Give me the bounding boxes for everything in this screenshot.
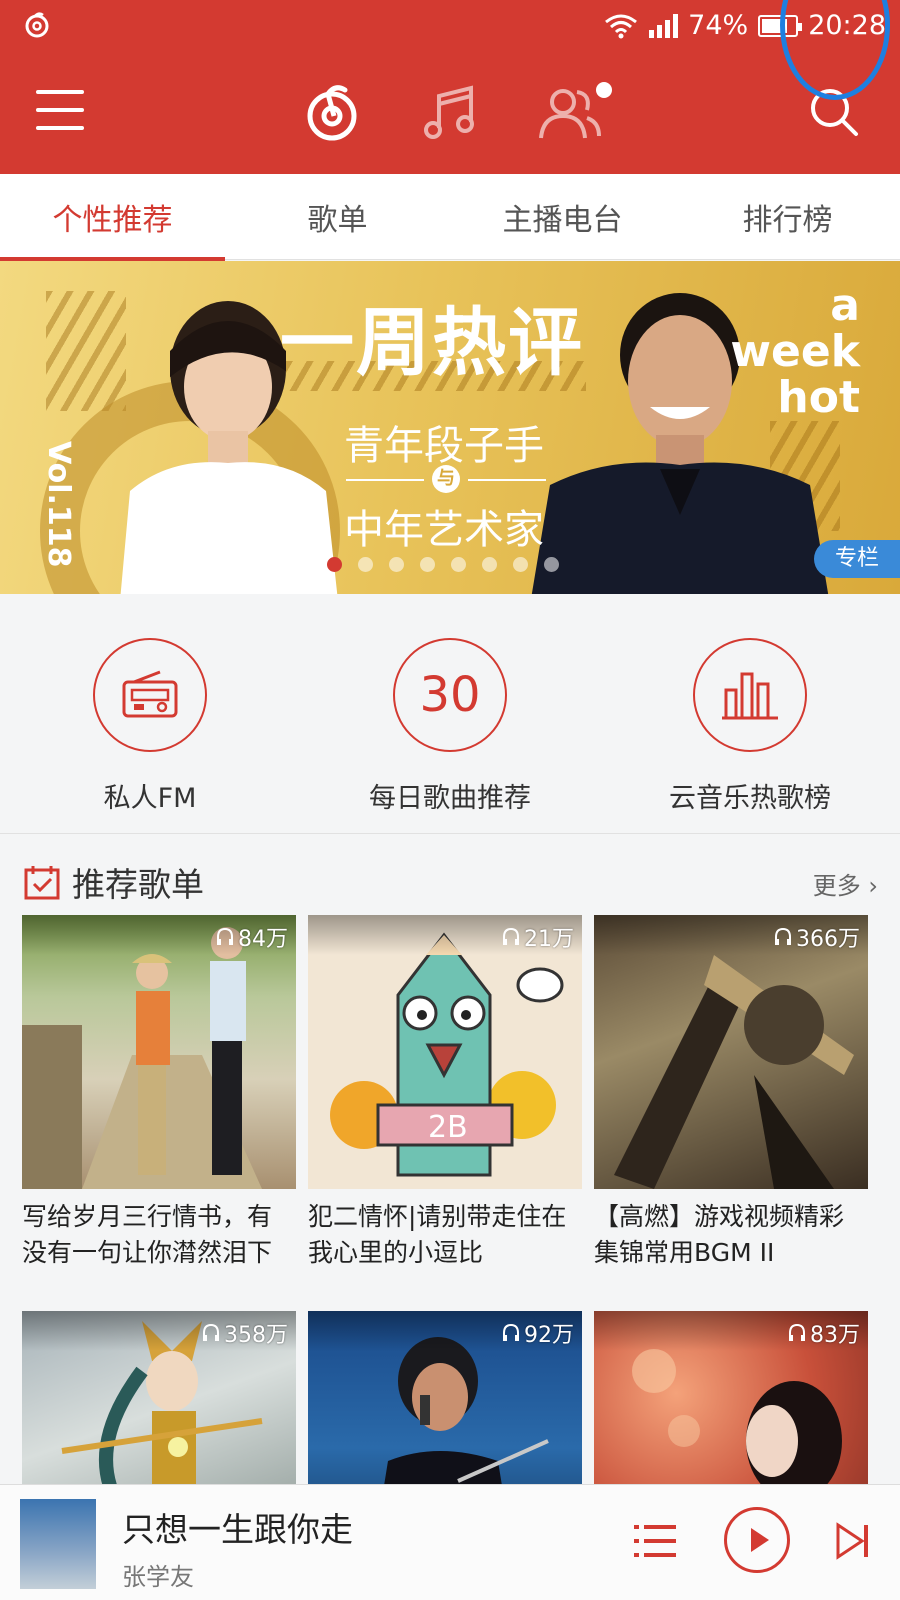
album-cover[interactable]	[20, 1499, 96, 1589]
headphones-icon	[789, 1323, 805, 1341]
headphones-icon	[217, 927, 233, 945]
carousel-dot[interactable]	[389, 557, 404, 572]
play-button[interactable]	[724, 1507, 790, 1573]
headphones-icon	[503, 1323, 519, 1341]
cartoon-pencil-illustration: 2B	[330, 932, 564, 1177]
netease-status-icon	[25, 12, 49, 38]
play-count: 21万	[501, 921, 574, 953]
banner-subtitle-bottom: 中年艺术家	[344, 507, 544, 553]
banner-subtitle-top: 青年段子手	[344, 423, 544, 469]
banner-connector: 与	[346, 465, 546, 495]
carousel-dot[interactable]	[420, 557, 435, 572]
artist-name: 张学友	[122, 1563, 194, 1591]
playlist-cover[interactable]: 366万	[594, 915, 868, 1189]
carousel-dot[interactable]	[358, 557, 373, 572]
more-link[interactable]: 更多 ›	[813, 866, 878, 901]
carousel-dots[interactable]	[327, 557, 559, 572]
promo-banner[interactable]: 一周热评 a week hot 青年段子手 与 中年艺术家 Vol.118 专栏	[0, 261, 900, 594]
game-warrior-artwork	[614, 955, 854, 1189]
wifi-icon	[605, 14, 638, 38]
tab-recommend[interactable]: 个性推荐	[0, 174, 225, 261]
status-bar: 74% 20:28	[0, 0, 900, 54]
tab-charts[interactable]: 排行榜	[675, 174, 900, 260]
bar-chart-icon	[722, 672, 778, 720]
private-fm-entry[interactable]: 私人FM	[40, 638, 260, 815]
carousel-dot[interactable]	[482, 557, 497, 572]
app-header: 74% 20:28	[0, 0, 900, 174]
song-title[interactable]: 只想一生跟你走	[122, 1503, 353, 1551]
signal-icon	[649, 13, 679, 38]
play-icon	[751, 1528, 769, 1552]
menu-icon[interactable]	[36, 90, 84, 130]
carousel-dot[interactable]	[513, 557, 528, 572]
section-title: 推荐歌单	[72, 865, 204, 904]
playlist-icon[interactable]	[634, 1523, 676, 1559]
quick-entries: 私人FM 30 每日歌曲推荐 云音乐热歌榜	[0, 594, 900, 834]
play-count: 366万	[773, 921, 860, 953]
carousel-dot[interactable]	[327, 557, 342, 572]
carousel-dot[interactable]	[544, 557, 559, 572]
chevron-right-icon: ›	[868, 872, 878, 900]
banner-title: 一周热评	[280, 300, 584, 386]
svg-text:2B: 2B	[428, 1110, 468, 1145]
calendar-check-icon	[24, 866, 60, 900]
playlist-card[interactable]: 84万 写给岁月三行情书，有没有一句让你潸然泪下	[22, 915, 296, 1271]
banner-english-title: a week hot	[730, 280, 860, 423]
daily-number: 30	[419, 667, 481, 723]
playlist-title[interactable]: 【高燃】游戏视频精彩集锦常用BGM II	[594, 1199, 868, 1271]
playlist-card[interactable]: 366万 【高燃】游戏视频精彩集锦常用BGM II	[594, 915, 868, 1271]
play-count: 83万	[787, 1317, 860, 1349]
playlist-cover[interactable]: 2B 21万	[308, 915, 582, 1189]
playlist-card[interactable]: 2B 21万 犯二情怀|请别带走住在我心里的小逗比	[308, 915, 582, 1271]
playlist-title[interactable]: 写给岁月三行情书，有没有一句让你潸然泪下	[22, 1199, 296, 1271]
tab-playlists[interactable]: 歌单	[225, 174, 450, 260]
battery-percent: 74%	[688, 10, 749, 41]
hot-chart-entry[interactable]: 云音乐热歌榜	[640, 638, 860, 815]
friends-icon[interactable]	[535, 78, 605, 148]
carousel-dot[interactable]	[451, 557, 466, 572]
play-count: 84万	[215, 921, 288, 953]
music-note-icon[interactable]	[417, 78, 487, 148]
radio-icon	[122, 670, 178, 718]
recommend-section-header: 推荐歌单 更多 ›	[0, 850, 900, 914]
netease-logo-icon[interactable]	[297, 78, 367, 148]
playlist-cover[interactable]: 84万	[22, 915, 296, 1189]
play-count: 92万	[501, 1317, 574, 1349]
top-navbar	[0, 64, 900, 164]
notification-dot	[596, 82, 612, 98]
couple-photo	[22, 927, 262, 1189]
mini-player[interactable]: 只想一生跟你走 张学友	[0, 1484, 900, 1600]
headphones-icon	[775, 927, 791, 945]
playlist-title[interactable]: 犯二情怀|请别带走住在我心里的小逗比	[308, 1199, 582, 1271]
next-track-icon[interactable]	[832, 1521, 872, 1561]
tab-radio[interactable]: 主播电台	[450, 174, 675, 260]
headphones-icon	[203, 1323, 219, 1341]
banner-volume: Vol.118	[41, 441, 76, 568]
daily-songs-entry[interactable]: 30 每日歌曲推荐	[340, 638, 560, 815]
banner-tag: 专栏	[814, 540, 900, 578]
headphones-icon	[503, 927, 519, 945]
main-tabs: 个性推荐 歌单 主播电台 排行榜	[0, 174, 900, 261]
play-count: 358万	[201, 1317, 288, 1349]
